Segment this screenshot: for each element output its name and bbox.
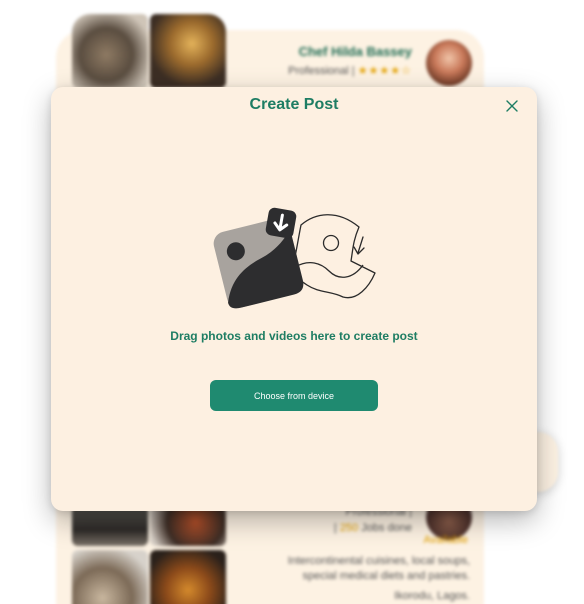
close-button[interactable] [503, 97, 521, 115]
chef-description: Intercontinental cuisines, local soups, … [287, 555, 470, 582]
chef-avatar [426, 40, 472, 86]
availability-status: Available [423, 534, 468, 546]
jobs-done: | 250 Jobs done [333, 522, 412, 534]
screen: Chef Hilda Bassey Professional | ★★★★☆ P… [0, 0, 584, 604]
chef-role-label: Professional | [288, 65, 355, 77]
dish-photo [72, 506, 148, 546]
dish-photo [72, 550, 148, 604]
dish-photo [72, 14, 148, 88]
chef-role: Professional | ★★★★☆ [288, 64, 412, 77]
choose-from-device-button[interactable]: Choose from device [210, 380, 378, 411]
dish-photo [150, 550, 226, 604]
modal-title: Create Post [249, 96, 339, 113]
jobs-count: 250 [339, 522, 359, 534]
chef-name: Chef Hilda Bassey [298, 44, 412, 59]
create-post-modal: Create Post Drag photos and videos here … [51, 87, 537, 511]
rating-stars: ★★★★☆ [357, 65, 412, 77]
jobs-label: Jobs done [361, 522, 412, 534]
media-upload-icon [213, 207, 376, 309]
drag-drop-prompt: Drag photos and videos here to create po… [170, 329, 418, 343]
drop-zone[interactable] [203, 201, 383, 313]
close-icon [506, 100, 518, 112]
dish-photo [150, 14, 226, 88]
dish-photo [150, 506, 226, 546]
chef-location: Ikorodu, Lagos. [394, 590, 470, 602]
